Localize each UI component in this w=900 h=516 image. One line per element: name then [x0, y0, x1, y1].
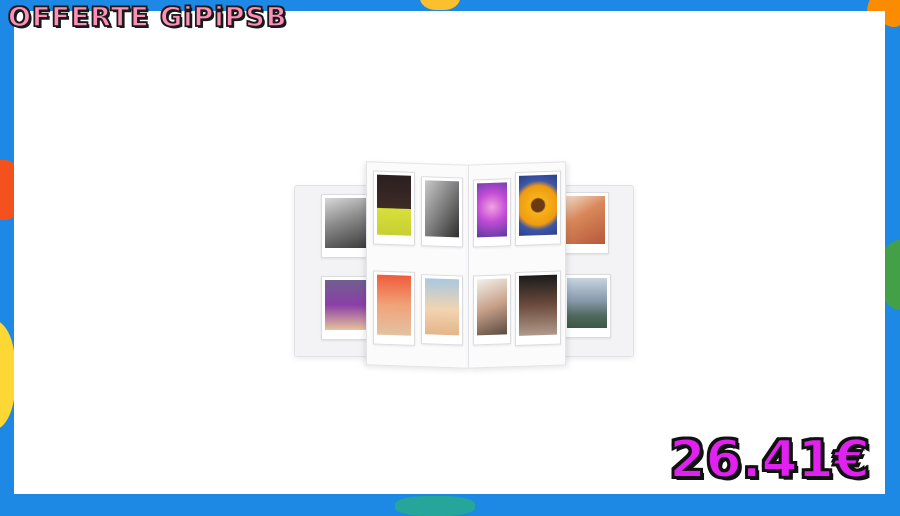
photo-slot [373, 270, 415, 346]
photo-slot [515, 170, 561, 247]
photo-slot [515, 270, 561, 347]
photo-slot [421, 176, 463, 248]
photo-slot [561, 192, 609, 254]
price-label: 26.41€ [668, 429, 871, 491]
photo-image [325, 198, 369, 248]
product-image-photo-album[interactable] [290, 161, 636, 369]
photo-image [425, 278, 459, 336]
photo-image [477, 278, 507, 336]
decorative-blob-yellow-top [420, 0, 460, 10]
decorative-blob-teal-bottom [395, 496, 475, 516]
product-panel [14, 11, 885, 494]
photo-slot [563, 274, 611, 338]
photo-image [565, 196, 605, 244]
photo-image [567, 278, 607, 328]
album-page-left [366, 161, 470, 369]
photo-image [477, 182, 507, 238]
photo-slot [473, 178, 511, 248]
brand-title: OFFERTE GiPiPSB [7, 1, 288, 34]
photo-slot [373, 170, 415, 246]
decorative-blob-yellow [0, 320, 15, 430]
photo-image [519, 174, 557, 236]
photo-image [519, 274, 557, 336]
photo-image [325, 280, 369, 330]
photo-image [425, 180, 459, 238]
album-page-right [468, 161, 566, 369]
photo-image [377, 274, 411, 336]
photo-slot [421, 274, 463, 346]
photo-slot [473, 274, 511, 346]
photo-image [377, 174, 411, 236]
